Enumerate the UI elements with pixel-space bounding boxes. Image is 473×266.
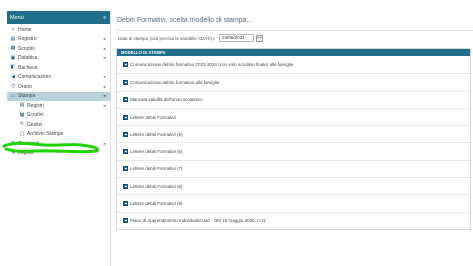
print-model-label: Comunicazione debito formativo 2023-2024… xyxy=(130,62,294,68)
megaphone-icon: ◀ xyxy=(11,73,15,80)
sidebar-menu: ⌂ Home ▤ Registro ▸ ▦ Scrutini ▸ ▣ Didattica ▸ ◧ Bac… xyxy=(7,24,110,158)
print-model-label: Comunicazione debito formativo alle fami… xyxy=(130,79,220,85)
sidebar-item-label: Registro xyxy=(18,36,37,43)
print-model-row[interactable]: Lettere debiti Formativi (9) xyxy=(117,194,470,211)
archive-icon: ▢ xyxy=(19,130,25,137)
chevron-right-icon: ▸ xyxy=(103,93,106,99)
print-icon: ▭ xyxy=(10,92,16,99)
edit-icon: ✎ xyxy=(19,121,25,128)
sidebar-item-bacheca[interactable]: ◧ Bacheca xyxy=(7,63,110,73)
print-model-row[interactable]: Lettere debiti Formativi (6) xyxy=(117,142,470,159)
sidebar-item-scrutini[interactable]: ▦ Scrutini xyxy=(7,111,110,121)
page-title: Debiti Formativi, scelta modello di stam… xyxy=(116,11,473,31)
sidebar-item-label: Bacheca xyxy=(18,64,38,71)
sidebar-title: Menù xyxy=(10,14,24,21)
sidebar-item-registri[interactable]: ▤ Registri ▸ xyxy=(7,101,110,111)
board-icon: ◧ xyxy=(10,64,16,71)
print-model-row[interactable]: Mancata validità dell'anno scolastico xyxy=(117,90,470,108)
document-icon xyxy=(123,183,128,189)
print-model-row[interactable]: Lettere debiti Formativi (5) xyxy=(117,125,470,142)
sidebar-item-registro[interactable]: ▤ Registro ▸ xyxy=(7,35,110,45)
sidebar-item-stampa[interactable]: ▭ Stampa ▸ xyxy=(7,91,110,101)
print-model-row[interactable]: Lettere debiti Formativi (8) xyxy=(117,177,470,194)
print-model-row[interactable]: Comunicazione debito formativo 2023-2024… xyxy=(117,56,470,73)
chevron-right-icon: ▸ xyxy=(103,140,106,146)
sidebar-item-label: Strumenti xyxy=(18,140,40,147)
chevron-right-icon: ▸ xyxy=(103,102,106,108)
clock-icon: ◷ xyxy=(10,83,16,90)
sidebar-item-label: Registri xyxy=(27,102,44,109)
clipboard-icon: ▦ xyxy=(19,111,25,118)
folder-icon: ▣ xyxy=(10,54,16,61)
document-icon xyxy=(123,201,128,207)
document-icon xyxy=(123,131,128,137)
sidebar-item-label: Archivio Stampe xyxy=(27,131,64,138)
sidebar-item-label: Didattica xyxy=(18,55,38,62)
sidebar-item-didattica[interactable]: ▣ Didattica ▸ xyxy=(7,54,110,64)
chevron-right-icon: ▸ xyxy=(103,55,106,61)
sidebar-item-scrutini[interactable]: ▦ Scrutini ▸ xyxy=(7,44,110,54)
print-date-row: Data di stampa (usa precisa la variabile… xyxy=(116,31,473,45)
home-icon: ⌂ xyxy=(11,26,15,33)
print-model-list: Comunicazione debito formativo 2023-2024… xyxy=(117,56,470,229)
wrench-icon: ✕ xyxy=(10,140,16,147)
document-icon xyxy=(123,79,128,85)
print-model-label: Lettere debiti Formativi (5) xyxy=(130,131,183,137)
chevron-right-icon: ▸ xyxy=(103,74,106,80)
collapse-sidebar-button[interactable]: « xyxy=(103,15,106,21)
clipboard-icon: ▦ xyxy=(10,45,16,52)
document-icon xyxy=(123,166,128,172)
document-icon xyxy=(123,149,128,155)
sidebar-item-archivio-stampe[interactable]: ▢ Archivio Stampe xyxy=(7,130,110,140)
main-content: Debiti Formativi, scelta modello di stam… xyxy=(116,11,473,266)
sidebar-item-home[interactable]: ⌂ Home xyxy=(7,25,110,35)
sidebar-item-giudizi[interactable]: ✎ Giudizi xyxy=(7,120,110,130)
print-model-label: Lettere debiti Formativi xyxy=(130,114,176,120)
print-model-label: Lettere debiti Formativi (9) xyxy=(130,201,183,207)
sidebar-item-comunicazioni[interactable]: ◀ Comunicazioni ▸ xyxy=(7,73,110,83)
print-model-row[interactable]: Comunicazione debito formativo alle fami… xyxy=(117,73,470,90)
book-icon: ▤ xyxy=(10,35,16,42)
book-icon: ▤ xyxy=(19,102,25,109)
sidebar: Menù « ⌂ Home ▤ Registro ▸ ▦ Scrutini ▸ ▣ Didatti… xyxy=(7,11,111,266)
chevron-right-icon: ▸ xyxy=(103,83,106,89)
sidebar-item-label: Comunicazioni xyxy=(18,74,51,81)
print-model-label: Lettere debiti Formativi (7) xyxy=(130,166,183,172)
chevron-right-icon: ▸ xyxy=(103,45,106,51)
sidebar-item-logout[interactable]: ⇥ Logout xyxy=(7,149,110,159)
panel-header: MODELLO DI STAMPA xyxy=(117,49,470,56)
sidebar-item-label: Giudizi xyxy=(27,121,43,128)
print-model-row[interactable]: Piano di Apprendimento Individualizzato … xyxy=(117,211,470,229)
print-model-row[interactable]: Lettere debiti Formativi xyxy=(117,107,470,125)
print-date-label: Data di stampa (usa precisa la variabile… xyxy=(118,35,216,41)
print-date-input[interactable]: 23/06/2024 xyxy=(219,34,255,42)
sidebar-item-label: Home xyxy=(18,26,32,33)
document-icon xyxy=(123,62,128,68)
print-model-label: Piano di Apprendimento Individualizzato … xyxy=(130,218,266,224)
print-model-panel: MODELLO DI STAMPA Comunicazione debito f… xyxy=(116,48,471,230)
sidebar-item-label: Logout xyxy=(18,150,34,157)
calendar-icon[interactable] xyxy=(256,34,264,42)
sidebar-item-label: Stampa xyxy=(18,93,36,100)
sidebar-item-label: Scrutini xyxy=(18,45,35,52)
document-icon xyxy=(123,218,128,224)
sidebar-item-orario[interactable]: ◷ Orario ▸ xyxy=(7,82,110,92)
sidebar-item-strumenti[interactable]: ✕ Strumenti ▸ xyxy=(7,139,110,149)
sidebar-item-label: Scrutini xyxy=(27,112,44,119)
sidebar-header: Menù « xyxy=(7,11,110,24)
chevron-right-icon: ▸ xyxy=(103,36,106,42)
print-model-row[interactable]: Lettere debiti Formativi (7) xyxy=(117,159,470,177)
document-icon xyxy=(123,114,128,120)
print-model-label: Lettere debiti Formativi (6) xyxy=(130,149,183,155)
print-model-label: Lettere debiti Formativi (8) xyxy=(130,183,183,189)
sidebar-item-label: Orario xyxy=(18,83,32,90)
logout-icon: ⇥ xyxy=(10,149,16,156)
document-icon xyxy=(123,97,128,103)
print-model-label: Mancata validità dell'anno scolastico xyxy=(130,97,203,103)
